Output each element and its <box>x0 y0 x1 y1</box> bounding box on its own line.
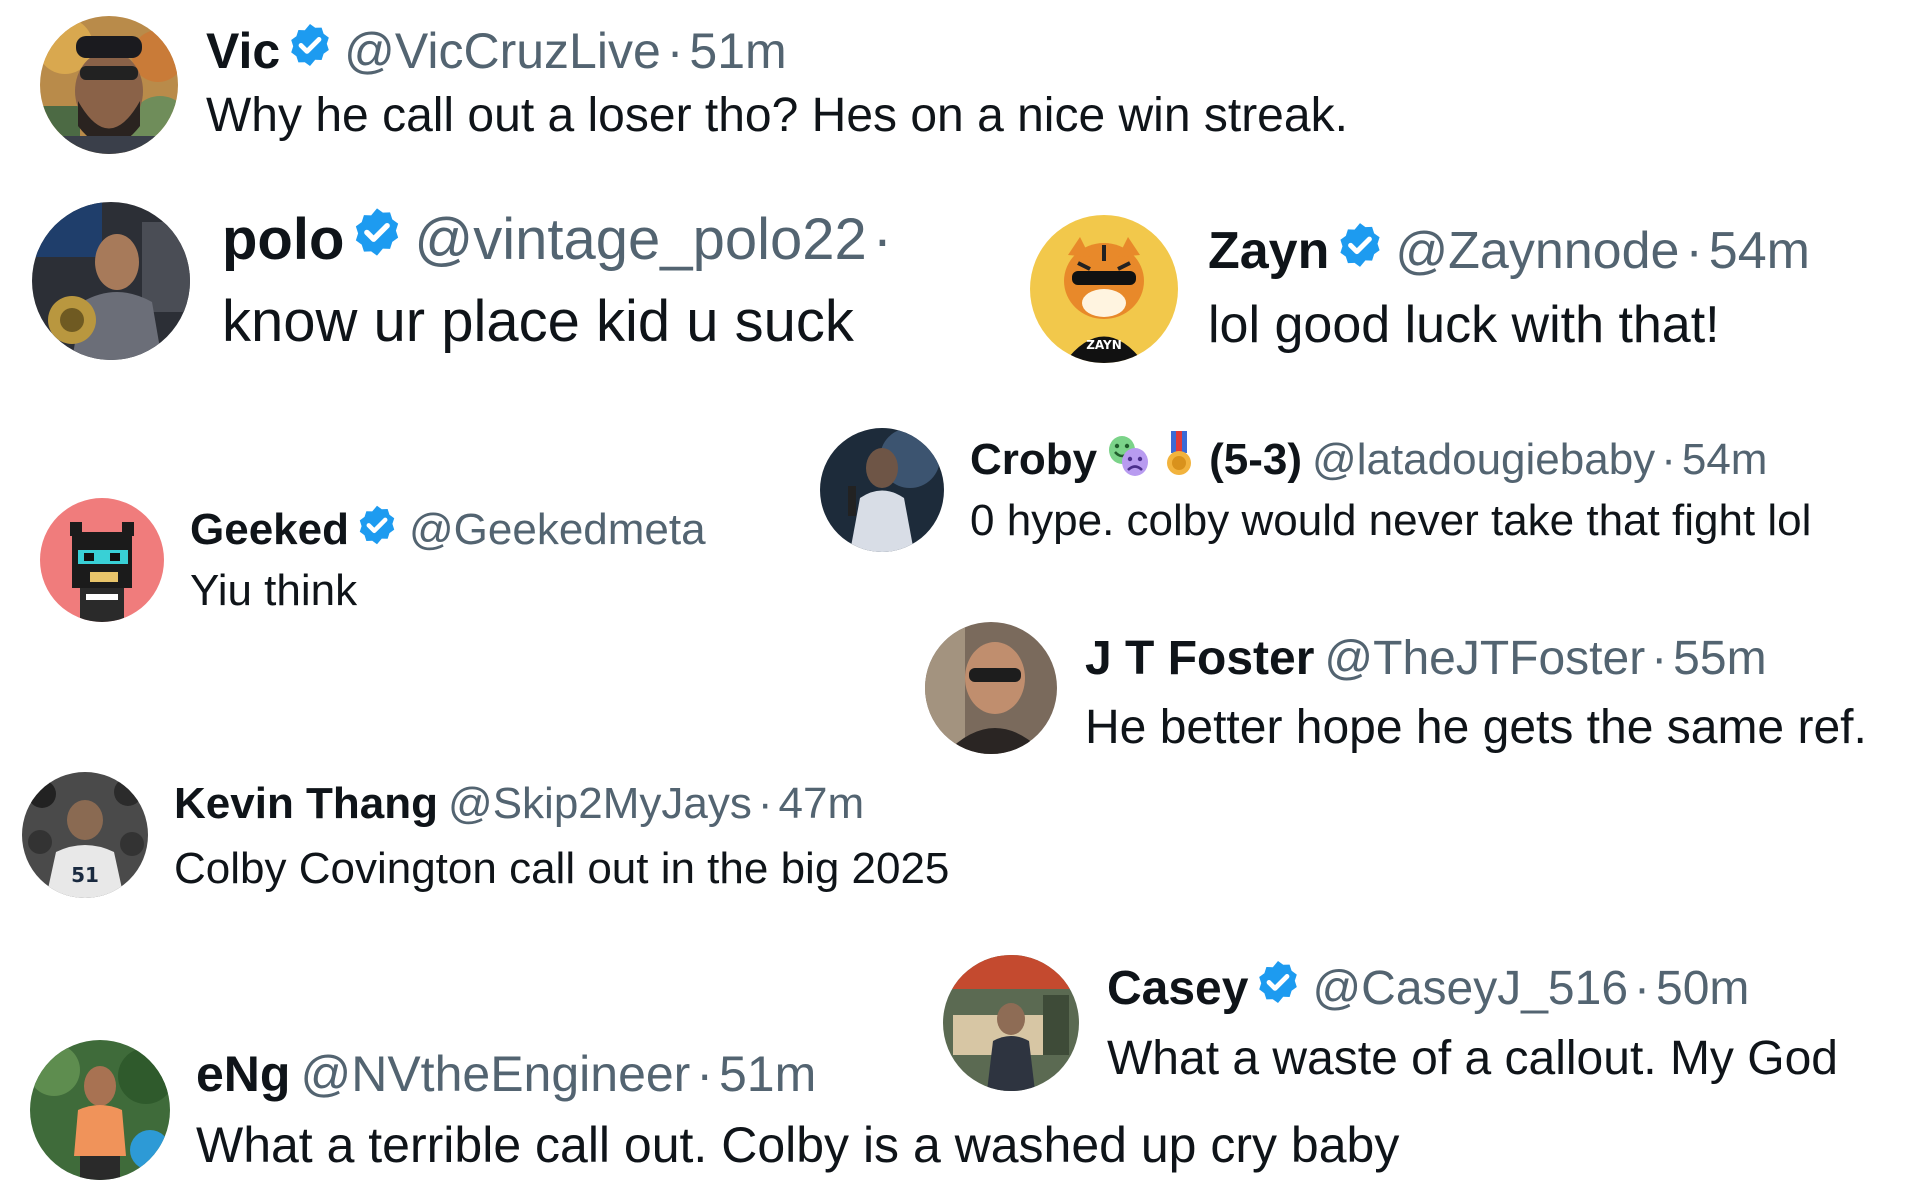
user-handle[interactable]: @TheJTFoster <box>1324 631 1645 686</box>
avatar-text: ZAYN <box>1086 338 1122 352</box>
reply-text: He better hope he gets the same ref. <box>1085 701 1867 754</box>
reply-text: 0 hype. colby would never take that figh… <box>970 496 1812 545</box>
verified-badge-icon <box>1254 958 1302 1018</box>
reply-kevin-thang[interactable]: 51 Kevin Thang @Skip2MyJays · 47m Colby … <box>22 772 949 898</box>
reply-header: eNg @NVtheEngineer · 51m <box>196 1040 1399 1108</box>
verified-badge-icon <box>1335 220 1385 283</box>
avatar[interactable] <box>30 1040 170 1180</box>
user-handle[interactable]: @Zaynnode <box>1395 221 1679 281</box>
avatar[interactable] <box>32 202 190 360</box>
separator-dot: · <box>1685 222 1703 280</box>
display-name[interactable]: J T Foster <box>1085 631 1314 686</box>
timestamp[interactable]: 51m <box>689 22 786 80</box>
reply-header: Vic @VicCruzLive · 51m <box>206 16 1348 86</box>
reply-text: Why he call out a loser tho? Hes on a ni… <box>206 89 1348 142</box>
reply-text: know ur place kid u suck <box>222 289 854 354</box>
timestamp[interactable]: 50m <box>1656 961 1749 1016</box>
reply-text: Colby Covington call out in the big 2025 <box>174 844 950 893</box>
reply-text: What a terrible call out. Colby is a was… <box>196 1117 1400 1173</box>
display-name[interactable]: eNg <box>196 1045 290 1103</box>
reply-geeked[interactable]: Geeked @Geekedmeta Yiu think <box>40 498 706 622</box>
separator-dot: · <box>757 779 773 828</box>
verified-badge-icon <box>355 503 399 558</box>
reply-polo[interactable]: polo @vintage_polo22 · know ur place kid… <box>32 202 898 360</box>
reply-text: Yiu think <box>190 566 358 615</box>
reply-header: Casey @CaseyJ_516 · 50m <box>1107 955 1838 1021</box>
timestamp[interactable]: 54m <box>1709 221 1810 281</box>
separator-dot: · <box>1661 435 1676 484</box>
display-name[interactable]: Casey <box>1107 961 1248 1016</box>
reply-vic[interactable]: Vic @VicCruzLive · 51m Why he call out a… <box>40 16 1348 154</box>
separator-dot: · <box>666 23 684 79</box>
reply-zayn[interactable]: ZAYN Zayn @Zaynnode · 54m lol good luck … <box>1030 215 1810 363</box>
separator-dot: · <box>1651 631 1668 685</box>
reply-header: Croby (5-3) @latadougiebaby · 54m <box>970 428 1811 492</box>
user-handle[interactable]: @latadougiebaby <box>1312 435 1655 485</box>
display-name[interactable]: Croby <box>970 435 1097 485</box>
display-name[interactable]: Vic <box>206 22 280 80</box>
fight-record: (5-3) <box>1209 435 1303 484</box>
verified-badge-icon <box>350 205 404 273</box>
display-name[interactable]: Zayn <box>1208 221 1329 281</box>
separator-dot: · <box>1634 961 1650 1015</box>
reply-text: lol good luck with that! <box>1208 296 1720 354</box>
avatar[interactable] <box>925 622 1057 754</box>
user-handle[interactable]: @NVtheEngineer <box>300 1045 690 1103</box>
reply-header: polo @vintage_polo22 · <box>222 202 898 276</box>
timestamp[interactable]: 51m <box>719 1045 816 1103</box>
reply-jt-foster[interactable]: J T Foster @TheJTFoster · 55m He better … <box>925 622 1867 755</box>
reply-eng[interactable]: eNg @NVtheEngineer · 51m What a terrible… <box>30 1040 1399 1180</box>
separator-dot: · <box>696 1046 713 1102</box>
avatar[interactable] <box>40 16 178 154</box>
display-name[interactable]: polo <box>222 206 344 273</box>
avatar[interactable] <box>820 428 944 552</box>
reply-header: Kevin Thang @Skip2MyJays · 47m <box>174 772 949 836</box>
avatar[interactable]: 51 <box>22 772 148 898</box>
performing-arts-icon <box>1105 432 1151 489</box>
timestamp[interactable]: 54m <box>1682 435 1768 485</box>
avatar[interactable] <box>40 498 164 622</box>
display-name[interactable]: Kevin Thang <box>174 779 438 829</box>
user-handle[interactable]: @Geekedmeta <box>409 505 706 555</box>
verified-badge-icon <box>286 21 334 81</box>
user-handle[interactable]: @Skip2MyJays <box>448 779 752 829</box>
reply-header: Geeked @Geekedmeta <box>190 498 706 562</box>
military-medal-icon <box>1159 430 1199 490</box>
display-name[interactable]: Geeked <box>190 505 349 555</box>
user-handle[interactable]: @CaseyJ_516 <box>1312 961 1628 1016</box>
timestamp[interactable]: 47m <box>779 779 865 829</box>
user-handle[interactable]: @VicCruzLive <box>344 22 661 80</box>
user-handle[interactable]: @vintage_polo22 <box>414 206 866 273</box>
reply-header: J T Foster @TheJTFoster · 55m <box>1085 622 1867 694</box>
jersey-number: 51 <box>71 863 99 887</box>
reply-header: Zayn @Zaynnode · 54m <box>1208 215 1810 287</box>
avatar[interactable]: ZAYN <box>1030 215 1178 363</box>
separator-dot: · <box>872 206 893 272</box>
timestamp[interactable]: 55m <box>1673 631 1766 686</box>
reply-croby[interactable]: Croby (5-3) @latadougiebaby · 54m 0 hype… <box>820 428 1811 552</box>
